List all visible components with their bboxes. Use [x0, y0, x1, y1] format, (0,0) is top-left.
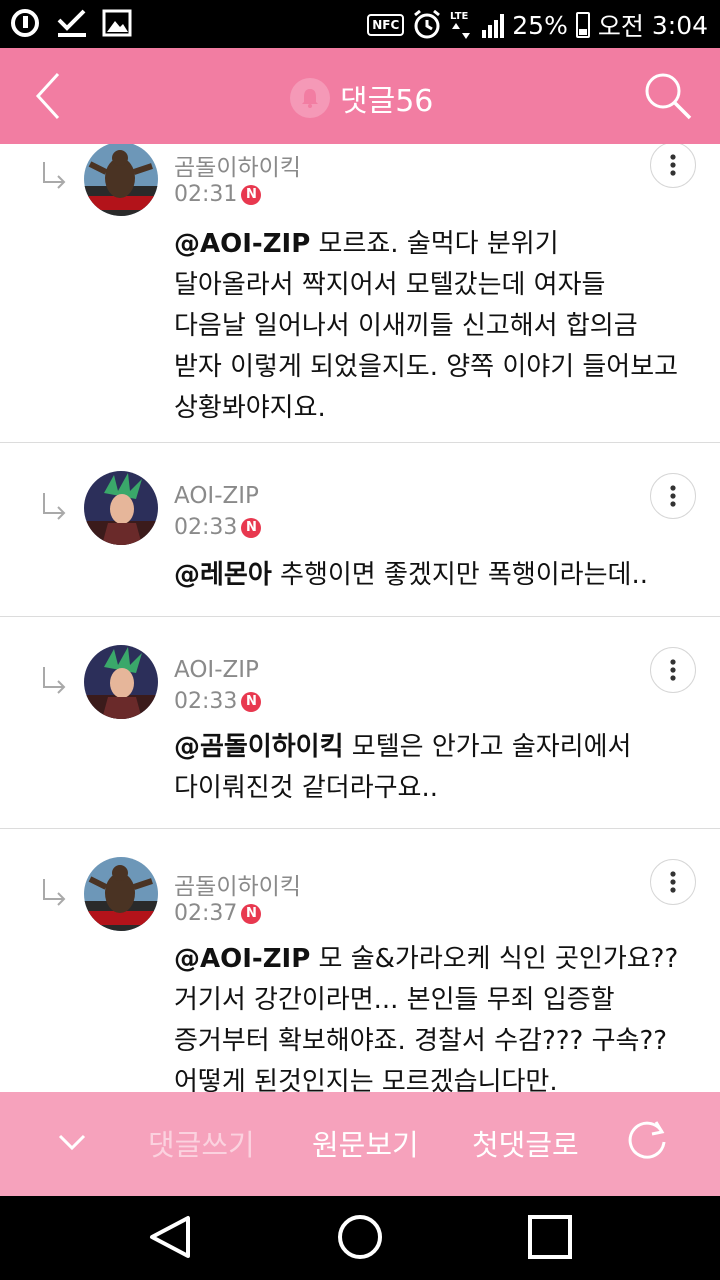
recents-nav-icon[interactable] — [528, 1215, 572, 1259]
chevron-down-icon — [58, 1134, 86, 1151]
u-plus-icon — [11, 9, 39, 37]
header-bar: 댓글56 — [0, 48, 720, 144]
reply-arrow-icon — [43, 879, 66, 906]
more-vertical-icon — [670, 871, 676, 893]
avatar[interactable] — [84, 144, 158, 216]
comment-action-bar: 댓글쓰기 원문보기 첫댓글로 — [0, 1092, 720, 1196]
more-vertical-icon — [670, 154, 676, 176]
comment-body: @곰돌이하이킥 모텔은 안가고 술자리에서 다이뤄진것 같더라구요.. — [174, 727, 680, 809]
comment-author[interactable]: AOI-ZIP — [174, 483, 259, 509]
mention-link[interactable]: @AOI-ZIP — [174, 944, 310, 974]
search-button[interactable] — [642, 70, 694, 122]
page-title: 댓글56 — [340, 84, 434, 119]
avatar[interactable] — [84, 857, 158, 931]
avatar[interactable] — [84, 645, 158, 719]
new-badge: N — [241, 517, 262, 538]
comment-time: 02:31 — [174, 182, 238, 207]
comment-author[interactable]: AOI-ZIP — [174, 657, 259, 683]
mention-link[interactable]: @AOI-ZIP — [174, 229, 310, 259]
new-badge: N — [241, 691, 262, 712]
comment-time: 02:33 — [174, 515, 238, 540]
view-original-button[interactable]: 원문보기 — [312, 1122, 419, 1164]
nfc-icon: NFC — [367, 14, 405, 36]
comment-author[interactable]: 곰돌이하이킥 — [174, 148, 301, 182]
collapse-button[interactable] — [56, 1130, 88, 1154]
avatar[interactable] — [84, 471, 158, 545]
comment-body: @레몬아 추행이면 좋겠지만 폭행이라는데.. — [174, 555, 680, 596]
ampm-label: 오전 — [597, 12, 644, 41]
svg-text:LTE: LTE — [450, 11, 469, 22]
alarm-icon — [414, 10, 441, 39]
reply-arrow-icon — [43, 667, 66, 694]
more-options-button[interactable] — [650, 859, 696, 905]
status-bar: NFC LTE 25% 오전 3:04 — [0, 0, 720, 48]
reply-arrow-icon — [43, 162, 66, 189]
more-vertical-icon — [670, 659, 676, 681]
more-options-button[interactable] — [650, 647, 696, 693]
more-options-button[interactable] — [650, 473, 696, 519]
reply-arrow-icon — [43, 493, 66, 520]
new-badge: N — [241, 184, 262, 205]
refresh-button[interactable] — [622, 1114, 672, 1164]
new-badge: N — [241, 903, 262, 924]
comment-item: AOI-ZIP 02:33 N @레몬아 추행이면 좋겠지만 폭행이라는데.. — [0, 443, 720, 617]
mention-link[interactable]: @곰돌이하이킥 — [174, 732, 344, 762]
comment-item: 곰돌이하이킥 02:31 N @AOI-ZIP 모르죠. 술먹다 분위기 달아올… — [0, 144, 720, 443]
download-complete-icon — [57, 9, 86, 37]
bell-icon — [302, 89, 318, 108]
comment-item: 곰돌이하이킥 02:37 N @AOI-ZIP 모 술&가라오케 식인 곳인가요… — [0, 829, 720, 1092]
refresh-icon — [628, 1121, 666, 1159]
clock: 3:04 — [651, 10, 708, 40]
comment-body: @AOI-ZIP 모 술&가라오케 식인 곳인가요?? 거기서 강간이라면...… — [174, 939, 680, 1092]
first-comment-button[interactable]: 첫댓글로 — [472, 1122, 579, 1164]
more-options-button[interactable] — [650, 144, 696, 188]
write-comment-button[interactable]: 댓글쓰기 — [148, 1122, 255, 1164]
battery-icon — [575, 12, 590, 38]
battery-percent: 25% — [512, 10, 568, 40]
lte-icon: LTE — [450, 11, 471, 39]
home-nav-icon[interactable] — [336, 1213, 384, 1261]
search-icon — [645, 73, 692, 120]
back-nav-icon[interactable] — [148, 1214, 192, 1260]
more-vertical-icon — [670, 485, 676, 507]
notification-toggle[interactable] — [290, 78, 330, 118]
comment-text: 추행이면 좋겠지만 폭행이라는데.. — [271, 560, 648, 590]
comment-time: 02:33 — [174, 689, 238, 714]
comment-item: AOI-ZIP 02:33 N @곰돌이하이킥 모텔은 안가고 술자리에서 다이… — [0, 617, 720, 829]
signal-icon — [482, 12, 505, 38]
comment-body: @AOI-ZIP 모르죠. 술먹다 분위기 달아올라서 짝지어서 모텔갔는데 여… — [174, 224, 680, 429]
comment-time: 02:37 — [174, 901, 238, 926]
comment-author[interactable]: 곰돌이하이킥 — [174, 867, 301, 901]
mention-link[interactable]: @레몬아 — [174, 560, 272, 590]
chevron-left-icon — [35, 72, 60, 120]
image-icon — [102, 9, 132, 37]
back-button[interactable] — [24, 66, 84, 126]
comment-list[interactable]: 곰돌이하이킥 02:31 N @AOI-ZIP 모르죠. 술먹다 분위기 달아올… — [0, 144, 720, 1092]
system-nav-bar — [0, 1196, 720, 1280]
